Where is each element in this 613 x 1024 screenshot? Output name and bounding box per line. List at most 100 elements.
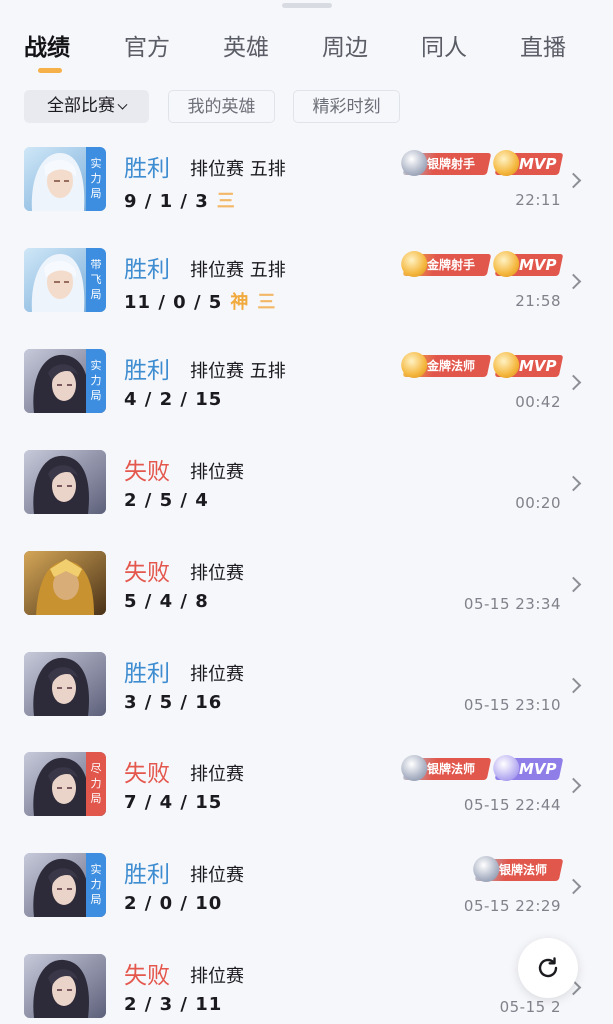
match-result: 胜利 (124, 358, 170, 384)
match-time: 22:11 (515, 191, 561, 209)
match-row[interactable]: 尽力局 失败 排位赛 7 / 4 / 15 05-15 22:44 银牌法师 MVP (0, 752, 613, 852)
chevron-right-icon[interactable] (565, 475, 582, 492)
match-quality-tag: 实力局 (86, 147, 106, 211)
match-time: 21:58 (515, 292, 561, 310)
refresh-button[interactable] (518, 938, 578, 998)
match-kda-line: 2 / 5 / 4 (124, 490, 209, 511)
match-result: 胜利 (124, 257, 170, 283)
filter-my-heroes[interactable]: 我的英雄 (168, 90, 275, 123)
chevron-down-icon (117, 99, 128, 110)
badge-label: MVP (519, 256, 557, 274)
chevron-right-icon[interactable] (565, 878, 582, 895)
match-kda: 9 / 1 / 3 (124, 191, 209, 212)
drag-handle[interactable] (282, 3, 332, 8)
match-quality-tag: 尽力局 (86, 752, 106, 816)
hero-avatar: 实力局 (24, 349, 106, 413)
hero-avatar: 实力局 (24, 147, 106, 211)
chevron-right-icon[interactable] (565, 172, 582, 189)
dark-hair-hero-portrait (24, 450, 106, 514)
match-mode: 排位赛 (190, 563, 244, 584)
mvp-badge: MVP (493, 352, 564, 378)
badge-label: MVP (519, 155, 557, 173)
badge-label: 银牌射手 (427, 157, 476, 171)
tab-records[interactable]: 战绩 (24, 28, 70, 62)
honor-badges: 银牌法师 (473, 856, 564, 883)
mvp-badge: MVP (493, 150, 564, 176)
match-kda: 4 / 2 / 15 (124, 389, 223, 410)
match-result: 失败 (124, 459, 170, 485)
match-row[interactable]: 实力局 胜利 排位赛 五排 9 / 1 / 3 三 22:11 银牌射手 MVP (0, 147, 613, 247)
medal-icon (401, 251, 428, 277)
medal-badge: 银牌射手 (401, 150, 492, 176)
badge-label: 金牌射手 (427, 258, 476, 272)
match-result: 失败 (124, 560, 170, 586)
match-kda-line: 11 / 0 / 5 神三 (124, 288, 276, 314)
filter-all-matches[interactable]: 全部比赛 (24, 90, 149, 123)
match-quality-tag: 实力局 (86, 853, 106, 917)
hero-avatar (24, 652, 106, 716)
hero-avatar: 带飞局 (24, 248, 106, 312)
trophy-icon (493, 755, 520, 781)
match-kda: 2 / 3 / 11 (124, 994, 223, 1015)
match-kda: 2 / 5 / 4 (124, 490, 209, 511)
match-mode: 排位赛 五排 (190, 361, 286, 382)
chevron-right-icon[interactable] (565, 677, 582, 694)
tab-bar: 战绩 官方 英雄 周边 同人 直播 (0, 28, 613, 78)
hero-avatar (24, 450, 106, 514)
chevron-right-icon[interactable] (565, 273, 582, 290)
badge-label: 银牌法师 (427, 762, 476, 776)
honor-badges: 银牌射手 MVP (401, 150, 564, 177)
match-kda-line: 2 / 3 / 11 (124, 994, 222, 1015)
hero-avatar (24, 551, 106, 615)
chevron-right-icon[interactable] (565, 576, 582, 593)
honor-badges: 金牌射手 MVP (401, 251, 564, 278)
match-result: 失败 (124, 963, 170, 989)
tab-merch[interactable]: 周边 (322, 28, 368, 62)
match-kda-line: 3 / 5 / 16 (124, 692, 222, 713)
mvp-badge: MVP (493, 251, 564, 277)
badge-label: MVP (519, 357, 557, 375)
match-row[interactable]: 实力局 胜利 排位赛 五排 4 / 2 / 15 00:42 金牌法师 MVP (0, 349, 613, 449)
badge-label: MVP (519, 760, 557, 778)
match-row[interactable]: 失败 排位赛 2 / 5 / 4 00:20 (0, 450, 613, 550)
match-kda-line: 9 / 1 / 3 三 (124, 187, 236, 213)
match-kda: 11 / 0 / 5 (124, 292, 223, 313)
match-row[interactable]: 实力局 胜利 排位赛 2 / 0 / 10 05-15 22:29 银牌法师 (0, 853, 613, 953)
match-quality-tag: 带飞局 (86, 248, 106, 312)
refresh-icon (538, 957, 558, 978)
match-time: 05-15 22:44 (463, 796, 561, 814)
match-kda: 2 / 0 / 10 (124, 893, 223, 914)
medal-badge: 银牌法师 (473, 856, 564, 882)
match-kda: 7 / 4 / 15 (124, 792, 223, 813)
trophy-icon (493, 251, 520, 277)
medal-icon (401, 755, 428, 781)
match-row[interactable]: 胜利 排位赛 3 / 5 / 16 05-15 23:10 (0, 652, 613, 752)
medal-icon (401, 150, 428, 176)
medal-icon (473, 856, 500, 882)
filter-highlights[interactable]: 精彩时刻 (293, 90, 400, 123)
match-mode: 排位赛 五排 (190, 260, 286, 281)
tab-official[interactable]: 官方 (124, 28, 170, 62)
mvp-badge: MVP (493, 755, 564, 781)
match-row[interactable]: 带飞局 胜利 排位赛 五排 11 / 0 / 5 神三 21:58 金牌射手 MVP (0, 248, 613, 348)
tab-heroes[interactable]: 英雄 (223, 28, 269, 62)
badge-label: 金牌法师 (427, 359, 476, 373)
match-row[interactable]: 失败 排位赛 5 / 4 / 8 05-15 23:34 (0, 551, 613, 651)
match-mode: 排位赛 (190, 764, 244, 785)
match-quality-tag: 实力局 (86, 349, 106, 413)
chevron-right-icon[interactable] (565, 374, 582, 391)
chevron-right-icon[interactable] (565, 777, 582, 794)
golden-armor-hero-portrait (24, 551, 106, 615)
dark-hair-hero-portrait (24, 652, 106, 716)
match-result: 失败 (124, 761, 170, 787)
match-kda-line: 5 / 4 / 8 (124, 591, 209, 612)
tab-live[interactable]: 直播 (520, 28, 566, 62)
match-mode: 排位赛 (190, 664, 244, 685)
match-time: 05-15 22:29 (463, 897, 561, 915)
tab-fanworks[interactable]: 同人 (421, 28, 467, 62)
match-time: 00:42 (515, 393, 561, 411)
medal-icon (401, 352, 428, 378)
trophy-icon (493, 150, 520, 176)
medal-badge: 金牌法师 (401, 352, 492, 378)
badge-label: 银牌法师 (499, 863, 548, 877)
